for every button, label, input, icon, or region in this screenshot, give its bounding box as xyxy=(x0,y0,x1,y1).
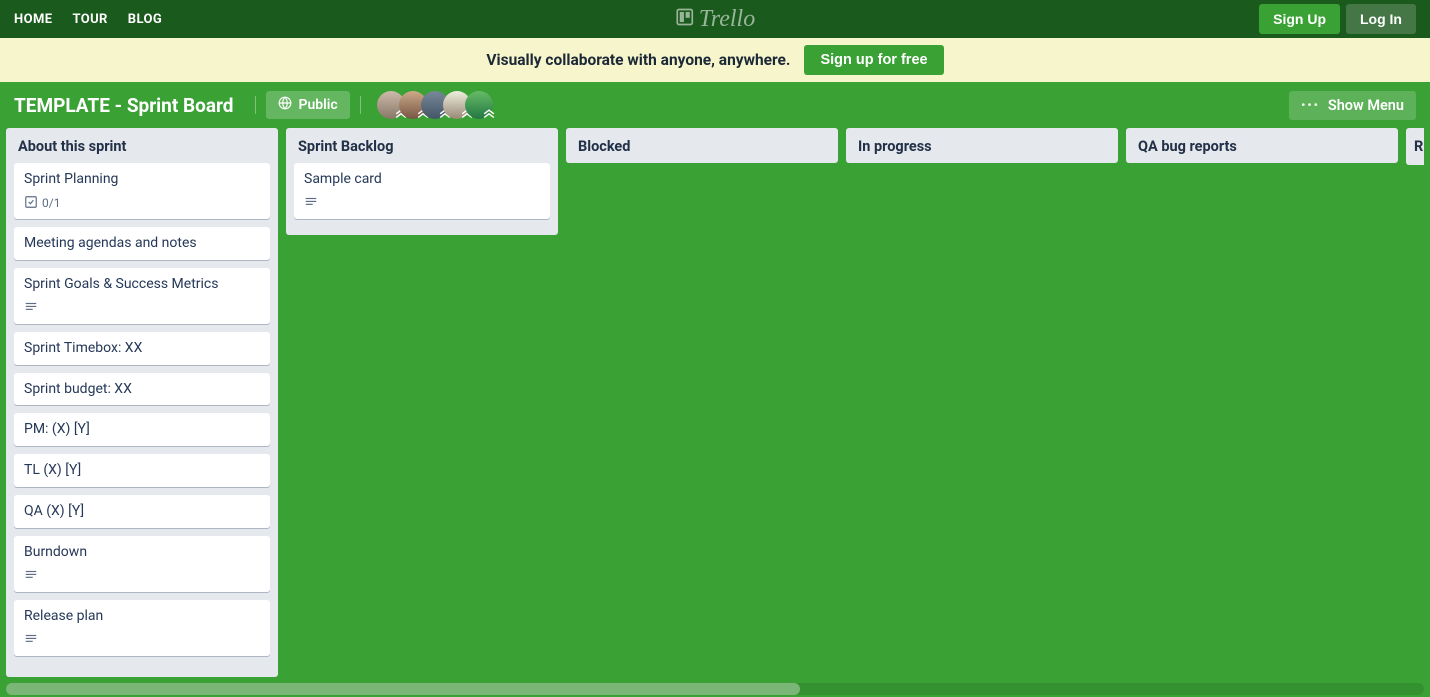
card-title: PM: (X) [Y] xyxy=(24,420,260,439)
board-title[interactable]: TEMPLATE - Sprint Board xyxy=(14,94,233,117)
card-title: Sprint Goals & Success Metrics xyxy=(24,275,260,294)
show-menu-label: Show Menu xyxy=(1328,97,1404,114)
ellipsis-icon: ••• xyxy=(1301,98,1320,112)
list-title[interactable]: Sprint Backlog xyxy=(286,128,558,163)
signup-button[interactable]: Sign Up xyxy=(1259,4,1340,34)
card-title: TL (X) [Y] xyxy=(24,461,260,480)
show-menu-button[interactable]: ••• Show Menu xyxy=(1289,91,1416,120)
card-badges xyxy=(24,632,260,649)
description-icon xyxy=(24,632,38,649)
card-title: Meeting agendas and notes xyxy=(24,234,260,253)
list-cards: Sample card xyxy=(286,163,558,235)
checklist-count: 0/1 xyxy=(42,196,60,210)
card[interactable]: Sprint Planning 0/1 xyxy=(14,163,270,219)
card[interactable]: Meeting agendas and notes xyxy=(14,227,270,260)
chevron-up-icon xyxy=(483,109,495,121)
card-title: Release plan xyxy=(24,607,260,626)
globe-icon xyxy=(278,96,292,114)
promo-text: Visually collaborate with anyone, anywhe… xyxy=(486,51,790,69)
description-icon xyxy=(24,300,38,317)
promo-signup-button[interactable]: Sign up for free xyxy=(804,45,943,75)
card-title: Sprint Timebox: XX xyxy=(24,339,260,358)
card-title: Sprint Planning xyxy=(24,170,260,189)
nav-tour[interactable]: TOUR xyxy=(72,12,107,27)
board-header: TEMPLATE - Sprint Board Public ••• Show … xyxy=(0,82,1430,128)
card-title: Sprint budget: XX xyxy=(24,380,260,399)
top-navbar: HOME TOUR BLOG Trello Sign Up Log In xyxy=(0,0,1430,38)
description-icon xyxy=(24,568,38,585)
card[interactable]: Sprint Timebox: XX xyxy=(14,332,270,365)
card[interactable]: PM: (X) [Y] xyxy=(14,413,270,446)
card[interactable]: Release plan xyxy=(14,600,270,656)
card[interactable]: TL (X) [Y] xyxy=(14,454,270,487)
list-qa-bug-reports: QA bug reports xyxy=(1126,128,1398,163)
card-badges xyxy=(24,568,260,585)
board-visibility-label: Public xyxy=(298,97,337,113)
trello-logo-text: Trello xyxy=(699,6,755,33)
board-members xyxy=(377,91,493,119)
card-badges xyxy=(24,300,260,317)
lists-row[interactable]: About this sprint Sprint Planning 0/1 Me… xyxy=(6,128,1424,677)
card-title: QA (X) [Y] xyxy=(24,502,260,521)
board-visibility-button[interactable]: Public xyxy=(266,91,349,119)
card[interactable]: Sample card xyxy=(294,163,550,219)
topbar-left-links: HOME TOUR BLOG xyxy=(14,12,162,27)
horizontal-scrollbar-thumb[interactable] xyxy=(6,683,800,695)
trello-logo[interactable]: Trello xyxy=(675,6,755,33)
login-button[interactable]: Log In xyxy=(1346,4,1416,34)
trello-board-icon xyxy=(675,7,695,31)
card-badges: 0/1 xyxy=(24,195,260,212)
list-about-this-sprint: About this sprint Sprint Planning 0/1 Me… xyxy=(6,128,278,677)
list-title[interactable]: Blocked xyxy=(566,128,838,163)
card[interactable]: Burndown xyxy=(14,536,270,592)
horizontal-scrollbar-track[interactable] xyxy=(6,683,1424,695)
card[interactable]: QA (X) [Y] xyxy=(14,495,270,528)
nav-blog[interactable]: BLOG xyxy=(128,12,162,27)
list-title[interactable]: About this sprint xyxy=(6,128,278,163)
list-title[interactable]: In progress xyxy=(846,128,1118,163)
divider xyxy=(255,96,256,114)
description-icon xyxy=(304,195,318,212)
list-sprint-backlog: Sprint Backlog Sample card xyxy=(286,128,558,235)
board-canvas: About this sprint Sprint Planning 0/1 Me… xyxy=(0,128,1430,697)
list-in-progress: In progress xyxy=(846,128,1118,163)
list-peek-next[interactable]: R xyxy=(1406,128,1424,165)
nav-home[interactable]: HOME xyxy=(14,12,52,27)
avatar[interactable] xyxy=(465,91,493,119)
list-cards: Sprint Planning 0/1 Meeting agendas and … xyxy=(6,163,278,672)
list-blocked: Blocked xyxy=(566,128,838,163)
card[interactable]: Sprint budget: XX xyxy=(14,373,270,406)
list-title[interactable]: QA bug reports xyxy=(1126,128,1398,163)
divider xyxy=(360,96,361,114)
card-title: Burndown xyxy=(24,543,260,562)
checklist-icon xyxy=(24,195,38,212)
topbar-right: Sign Up Log In xyxy=(1259,4,1416,34)
promo-banner: Visually collaborate with anyone, anywhe… xyxy=(0,38,1430,82)
card-title: Sample card xyxy=(304,170,540,189)
card[interactable]: Sprint Goals & Success Metrics xyxy=(14,268,270,324)
card-badges xyxy=(304,195,540,212)
